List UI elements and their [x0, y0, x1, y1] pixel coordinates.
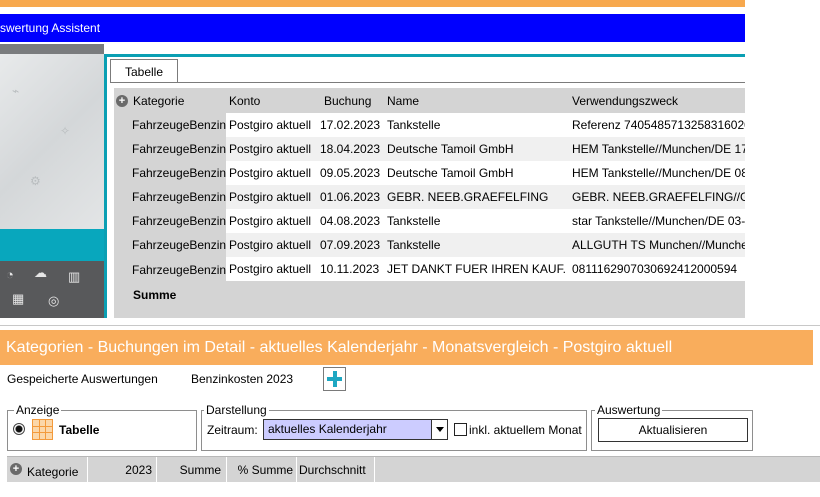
expand-all-icon[interactable]: + [116, 95, 128, 107]
cell-name: Tankstelle [387, 214, 441, 228]
sum-row [226, 283, 745, 307]
table-grid-icon [32, 419, 53, 440]
cell-name: Tankstelle [387, 238, 441, 252]
cloud-icon: ☁ [34, 265, 47, 280]
pie-chart-icon: ◔ [6, 267, 14, 282]
cell-verwendungszweck: HEM Tankstelle//Munchen/DE 08 [572, 166, 745, 180]
expand-all-icon[interactable]: + [10, 463, 22, 475]
table-row[interactable]: Postgiro aktuell 10.11.2023 JET DANKT FU… [226, 257, 745, 281]
cell-konto: Postgiro aktuell [229, 190, 312, 204]
row-category[interactable]: FahrzeugeBenzin [114, 233, 226, 257]
building-icon: ▦ [12, 291, 25, 306]
row-category[interactable]: FahrzeugeBenzin [114, 113, 226, 137]
column-header-kategorie[interactable]: Kategorie [27, 465, 78, 479]
row-category[interactable]: FahrzeugeBenzin [114, 185, 226, 209]
cell-name: GEBR. NEEB.GRAEFELFING [387, 190, 549, 204]
ghost-star-icon: ✧ [60, 124, 71, 138]
cell-buchung: 17.02.2023 [320, 118, 381, 132]
table-row[interactable]: Postgiro aktuell 18.04.2023 Deutsche Tam… [226, 137, 745, 161]
column-header-kategorie[interactable]: Kategorie [133, 89, 226, 113]
cell-name: JET DANKT FUER IHREN KAUF. [387, 262, 566, 276]
zeitraum-selected-value: aktuelles Kalenderjahr [268, 422, 387, 436]
cell-buchung: 18.04.2023 [320, 142, 381, 156]
current-month-checkbox-label[interactable]: inkl. aktuellem Monat [469, 423, 582, 437]
cell-verwendungszweck: 0811162907030692412000594 [572, 262, 738, 276]
cell-verwendungszweck: GEBR. NEEB.GRAEFELFING//G [572, 190, 745, 204]
target-icon: ◎ [48, 293, 60, 308]
column-header-durchschnitt[interactable]: Durchschnitt [299, 463, 371, 477]
zeitraum-select[interactable]: aktuelles Kalenderjahr [263, 419, 448, 440]
cell-name: Deutsche Tamoil GmbH [387, 166, 514, 180]
cell-buchung: 04.08.2023 [320, 214, 381, 228]
radio-tabelle[interactable] [13, 423, 25, 435]
anzeige-legend: Anzeige [14, 403, 62, 417]
cell-name: Deutsche Tamoil GmbH [387, 142, 514, 156]
tab-divider [110, 82, 745, 83]
decorative-side-image: ⌁ ✧ ⚙ ◔ ☁ ▥ ▦ ◎ [0, 44, 104, 318]
tab-tabelle[interactable]: Tabelle [110, 59, 178, 83]
auswertung-legend: Auswertung [595, 403, 663, 417]
chevron-down-icon[interactable] [431, 420, 447, 439]
column-header-year[interactable]: 2023 [88, 463, 152, 477]
table-row[interactable]: Postgiro aktuell 07.09.2023 Tankstelle A… [226, 233, 745, 257]
cell-konto: Postgiro aktuell [229, 142, 312, 156]
row-category[interactable]: FahrzeugeBenzin [114, 161, 226, 185]
sum-label: Summe [133, 288, 177, 302]
column-header-konto[interactable]: Konto [229, 89, 314, 113]
column-header-summe[interactable]: Summe [157, 463, 221, 477]
cell-konto: Postgiro aktuell [229, 118, 312, 132]
cell-konto: Postgiro aktuell [229, 166, 312, 180]
row-category[interactable]: FahrzeugeBenzin [114, 137, 226, 161]
table-row[interactable]: Postgiro aktuell 01.06.2023 GEBR. NEEB.G… [226, 185, 745, 209]
table-row[interactable]: Postgiro aktuell 09.05.2023 Deutsche Tam… [226, 161, 745, 185]
cell-name: Tankstelle [387, 118, 441, 132]
cell-verwendungszweck: ALLGUTH TS Munchen//Munche [572, 238, 745, 252]
window-separator [0, 325, 820, 329]
cell-konto: Postgiro aktuell [229, 262, 312, 276]
zeitraum-label: Zeitraum: [207, 423, 258, 437]
add-report-button[interactable] [323, 367, 346, 391]
darstellung-legend: Darstellung [204, 403, 269, 417]
cell-buchung: 07.09.2023 [320, 238, 381, 252]
column-header-verwendungszweck[interactable]: Verwendungszweck [572, 89, 745, 113]
column-header-buchung[interactable]: Buchung [324, 89, 384, 113]
ghost-chart-icon: ⌁ [12, 84, 20, 98]
cell-verwendungszweck: star Tankstelle//Munchen/DE 03- [572, 214, 745, 228]
top-window-title: swertung Assistent [0, 14, 745, 42]
cell-buchung: 10.11.2023 [320, 262, 380, 276]
column-header-name[interactable]: Name [387, 89, 567, 113]
current-month-checkbox[interactable] [454, 423, 467, 436]
bar-chart-icon: ▥ [68, 269, 81, 284]
cell-verwendungszweck: HEM Tankstelle//Munchen/DE 17 [572, 142, 745, 156]
refresh-button[interactable]: Aktualisieren [598, 418, 748, 442]
column-header-pct-summe[interactable]: % Summe [229, 463, 293, 477]
ghost-gear-icon: ⚙ [30, 174, 41, 188]
cell-konto: Postgiro aktuell [229, 214, 312, 228]
top-window-accent-bar [0, 0, 745, 7]
cell-buchung: 01.06.2023 [320, 190, 381, 204]
saved-reports-label: Gespeicherte Auswertungen [7, 372, 158, 386]
row-category[interactable]: FahrzeugeBenzin [114, 209, 226, 233]
saved-report-name[interactable]: Benzinkosten 2023 [191, 372, 293, 386]
table-row[interactable]: Postgiro aktuell 04.08.2023 Tankstelle s… [226, 209, 745, 233]
cell-konto: Postgiro aktuell [229, 238, 312, 252]
anzeige-option-label[interactable]: Tabelle [59, 423, 99, 437]
table-row[interactable]: Postgiro aktuell 17.02.2023 Tankstelle R… [226, 113, 745, 137]
cell-buchung: 09.05.2023 [320, 166, 381, 180]
report-title: Kategorien - Buchungen im Detail - aktue… [0, 330, 813, 365]
row-category[interactable]: FahrzeugeBenzin [114, 258, 226, 282]
cell-verwendungszweck: Referenz 7405485713258316020 [572, 118, 745, 132]
